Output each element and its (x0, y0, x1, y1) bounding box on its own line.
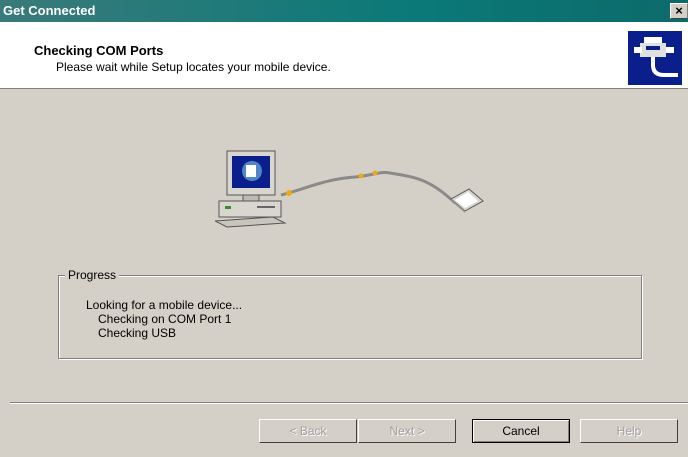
progress-status-line: Looking for a mobile device... (86, 298, 243, 312)
cancel-button[interactable]: Cancel (472, 419, 570, 443)
page-subtitle: Please wait while Setup locates your mob… (56, 60, 331, 74)
device-connection-icon (628, 31, 682, 85)
progress-groupbox: Progress Looking for a mobile device... … (58, 268, 642, 359)
progress-com-port-line: Checking on COM Port 1 (98, 312, 232, 326)
button-separator (10, 402, 688, 404)
title-bar: Get Connected × (0, 0, 688, 22)
next-button[interactable]: Next > (358, 419, 456, 443)
page-title: Checking COM Ports (34, 43, 164, 58)
help-button[interactable]: Help (580, 419, 678, 443)
desktop-to-mobile-cable-icon (213, 149, 495, 249)
close-icon: × (675, 3, 683, 18)
window-title: Get Connected (3, 3, 96, 18)
progress-legend: Progress (65, 268, 120, 282)
back-button[interactable]: < Back (259, 419, 357, 443)
wizard-header: Checking COM Ports Please wait while Set… (0, 22, 688, 89)
wizard-body: Progress Looking for a mobile device... … (0, 89, 688, 457)
progress-usb-line: Checking USB (98, 326, 177, 340)
close-button[interactable]: × (670, 3, 688, 19)
